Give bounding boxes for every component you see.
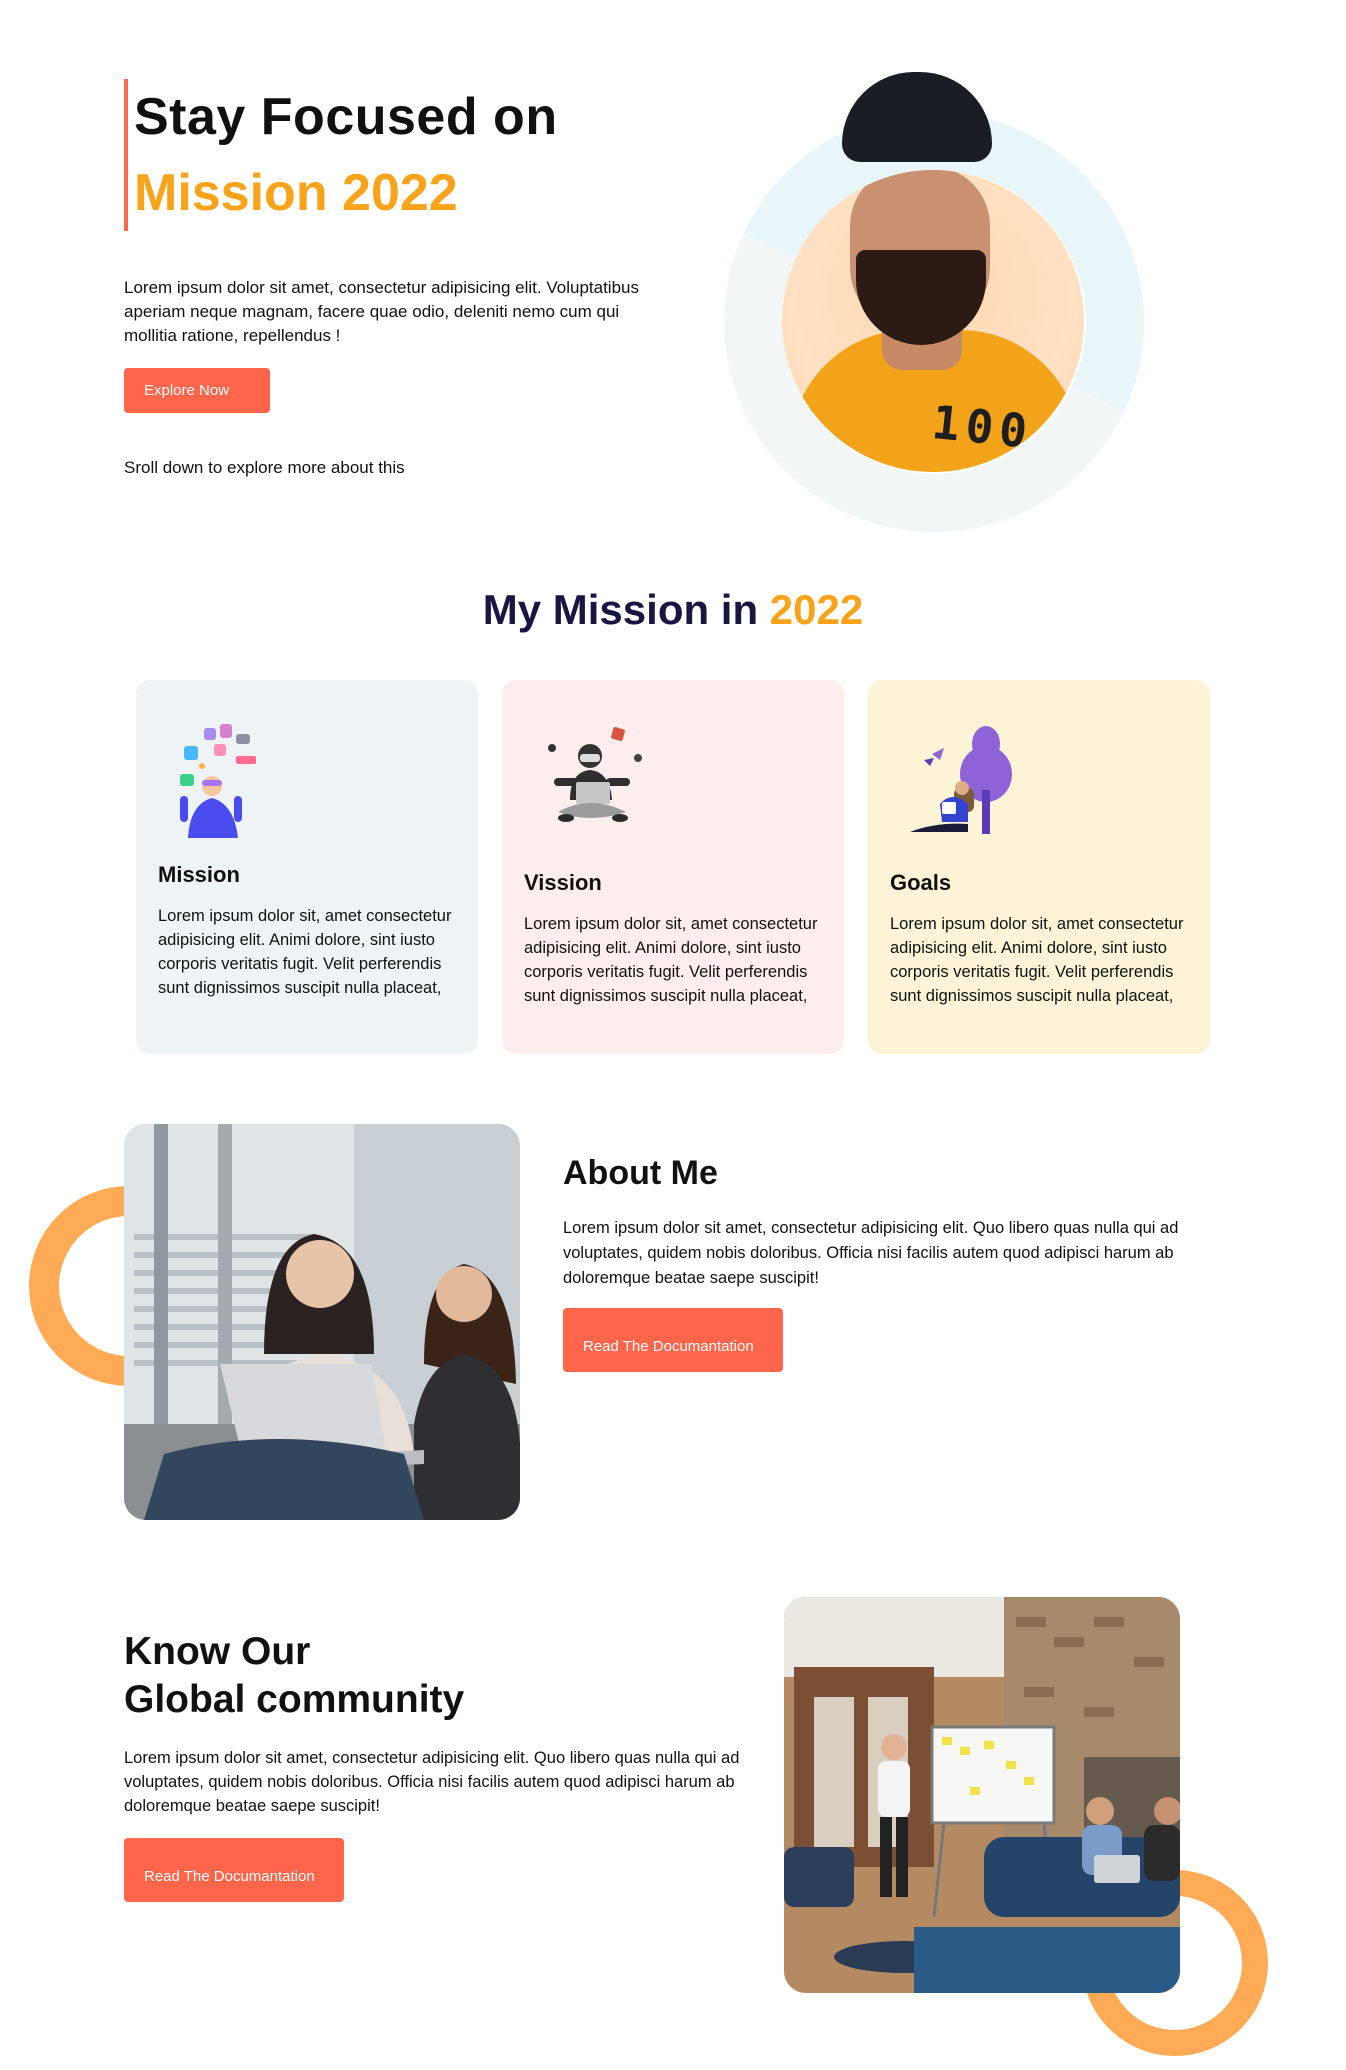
mission-section-title: My Mission in 2022 xyxy=(0,586,1346,634)
goals-illustration-icon xyxy=(910,726,1012,834)
hero-description: Lorem ipsum dolor sit amet, consectetur … xyxy=(124,278,639,345)
vision-illustration-icon xyxy=(548,727,642,822)
hero-portrait-art: 100 xyxy=(664,52,1204,592)
community-photo xyxy=(784,1597,1180,1993)
goals-card-text: Lorem ipsum dolor sit, amet consectetur … xyxy=(890,915,1184,1005)
about-text: Lorem ipsum dolor sit amet, consectetur … xyxy=(563,1219,1179,1287)
community-title-line1: Know Our xyxy=(124,1630,311,1673)
goals-card-title: Goals xyxy=(890,870,952,895)
about-photo-illustration xyxy=(124,1124,520,1520)
read-documentation-button-2[interactable]: Read The Documantation xyxy=(124,1838,344,1902)
about-photo xyxy=(124,1124,520,1520)
portrait-image: 100 xyxy=(782,170,1084,472)
mission-card-text: Lorem ipsum dolor sit, amet consectetur … xyxy=(158,907,452,997)
community-title: Know Our Global community xyxy=(124,1628,464,1724)
read-documentation-button[interactable]: Read The Documantation xyxy=(563,1308,783,1372)
mission-title-year: 2022 xyxy=(769,586,864,633)
hero-title-line1: Stay Focused on xyxy=(134,88,558,146)
mission-cards: Mission Lorem ipsum dolor sit, amet cons… xyxy=(136,680,1210,1054)
mission-illustration-icon xyxy=(180,724,256,838)
about-title: About Me xyxy=(563,1154,718,1192)
portrait-shirt-print: 100 xyxy=(929,394,1036,460)
portrait-cap xyxy=(842,72,992,162)
mission-title-prefix: My Mission in xyxy=(482,586,770,633)
community-photo-illustration xyxy=(784,1597,1180,1993)
mission-card: Mission Lorem ipsum dolor sit, amet cons… xyxy=(136,680,478,1054)
vision-card: Vission Lorem ipsum dolor sit, amet cons… xyxy=(502,680,844,1054)
vision-card-text: Lorem ipsum dolor sit, amet consectetur … xyxy=(524,915,818,1005)
goals-card: Goals Lorem ipsum dolor sit, amet consec… xyxy=(868,680,1210,1054)
hero-heading: Stay Focused on Mission 2022 xyxy=(124,79,558,231)
scroll-hint: Sroll down to explore more about this xyxy=(124,458,405,477)
hero-title-line2: Mission 2022 xyxy=(134,164,458,222)
mission-card-title: Mission xyxy=(158,862,240,887)
community-title-line2: Global community xyxy=(124,1678,465,1721)
explore-now-button[interactable]: Explore Now xyxy=(124,368,270,413)
hero-section: Stay Focused on Mission 2022 Lorem ipsum… xyxy=(0,0,1346,592)
vision-card-title: Vission xyxy=(524,870,602,895)
community-text: Lorem ipsum dolor sit amet, consectetur … xyxy=(124,1749,740,1815)
